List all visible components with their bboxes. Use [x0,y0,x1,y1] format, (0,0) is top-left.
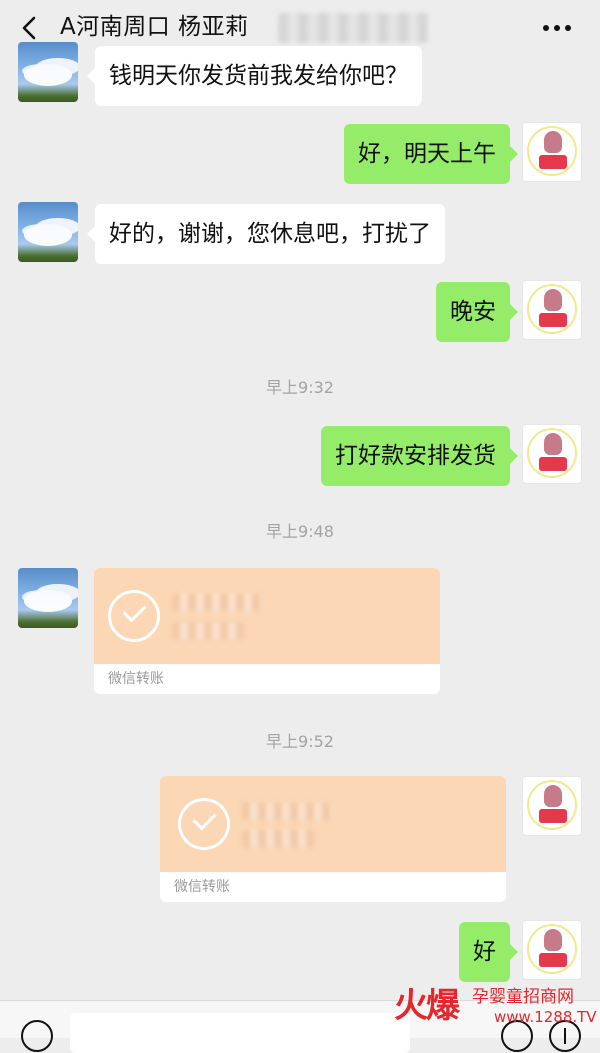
blurred-amount [242,802,332,820]
contact-avatar[interactable] [18,42,78,102]
watermark-logo: 火爆 [394,986,460,1026]
blurred-note [242,830,314,848]
transfer-label: 微信转账 [108,671,164,687]
watermark-text: 孕婴童招商网 [472,987,574,1007]
transfer-card[interactable]: 微信转账 [160,776,506,902]
timestamp: 早上9:32 [266,378,334,397]
message-bubble[interactable]: 晚安 [436,282,518,342]
check-circle-icon [108,590,160,642]
blurred-note [172,622,244,640]
contact-avatar[interactable] [18,568,78,628]
message-bubble[interactable]: 好 [459,922,518,982]
transfer-label: 微信转账 [174,879,230,895]
message-bubble[interactable]: 好的，谢谢，您休息吧，打扰了 [87,204,445,264]
timestamp: 早上9:52 [266,732,334,751]
message-bubble[interactable]: 钱明天你发货前我发给你吧？ [87,46,422,106]
my-avatar[interactable] [522,280,582,340]
message-bubble[interactable]: 好，明天上午 [344,124,518,184]
voice-icon[interactable] [20,1019,54,1053]
transfer-card[interactable]: 微信转账 [94,568,440,694]
watermark-url: www.1288.TV [494,1008,597,1026]
watermark: 火爆 孕婴童招商网 www.1288.TV [394,976,597,1032]
message-bubble[interactable]: 打好款安排发货 [321,426,518,486]
contact-avatar[interactable] [18,202,78,262]
message-input[interactable] [70,1013,410,1053]
blurred-name [278,13,428,43]
my-avatar[interactable] [522,122,582,182]
my-avatar[interactable] [522,920,582,980]
more-icon[interactable] [540,16,574,40]
timestamp: 早上9:48 [266,522,334,541]
blurred-amount [172,594,262,612]
chat-area[interactable]: 钱明天你发货前我发给你吧？ 好，明天上午 好的，谢谢，您休息吧，打扰了 晚安 早… [0,42,600,1000]
check-circle-icon [178,798,230,850]
chat-title: A河南周口 杨亚莉 [60,14,249,40]
my-avatar[interactable] [522,776,582,836]
my-avatar[interactable] [522,424,582,484]
back-icon[interactable] [16,14,44,42]
